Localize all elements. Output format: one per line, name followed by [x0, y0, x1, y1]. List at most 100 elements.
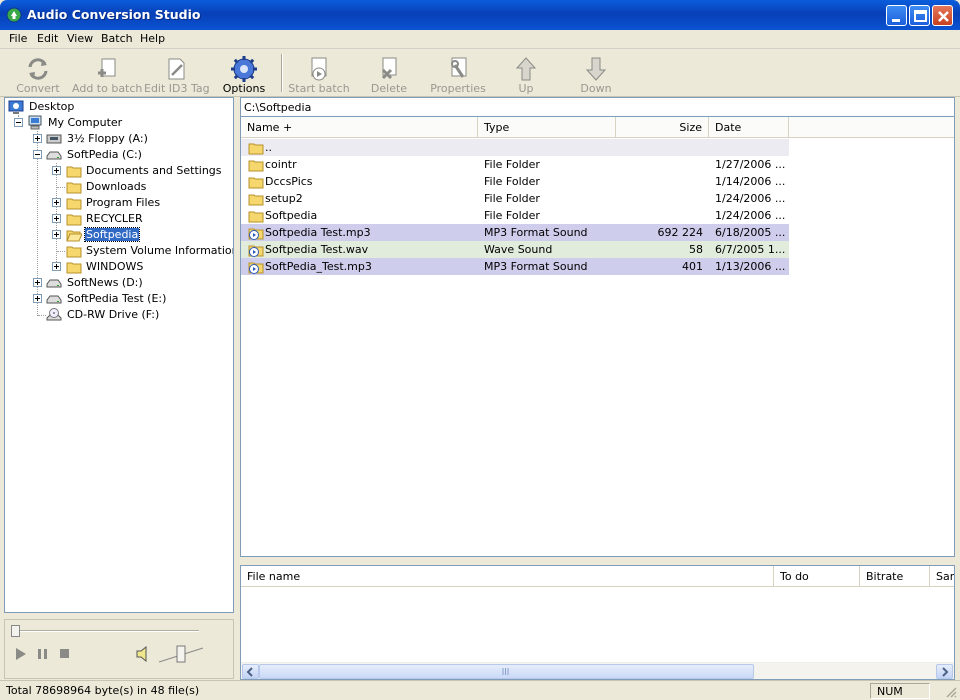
file-type: File Folder [484, 192, 540, 205]
file-list[interactable]: Name + Type Size Date .. cointr File Folde… [240, 117, 955, 557]
path-field[interactable]: C:\Softpedia [240, 97, 955, 117]
column-header-date[interactable]: Date [709, 117, 789, 138]
file-row[interactable]: Softpedia Test.wav Wave Sound 58 6/7/2005 1… [241, 241, 789, 258]
up-button[interactable]: Up [506, 52, 546, 96]
column-header-type[interactable]: Type [478, 117, 616, 138]
stop-icon[interactable] [59, 648, 71, 660]
volume-slider[interactable] [157, 642, 207, 666]
toolbar-separator [281, 54, 283, 92]
file-date: 6/18/2005 ... [715, 226, 786, 239]
chevron-left-icon [246, 667, 253, 677]
column-header-bitrate[interactable]: Bitrate [860, 566, 930, 587]
menu-help[interactable]: Help [140, 32, 165, 45]
tree-item-cd-rw-f[interactable]: CD-RW Drive (F:) [5, 307, 233, 323]
tree-item-windows[interactable]: WINDOWS [5, 259, 233, 275]
expand-icon[interactable] [52, 166, 61, 175]
file-row[interactable]: cointr File Folder 1/27/2006 ... [241, 156, 789, 173]
tree-item-my-computer[interactable]: My Computer [5, 115, 233, 131]
expand-icon[interactable] [33, 278, 42, 287]
collapse-icon[interactable] [14, 118, 23, 127]
seek-track[interactable] [13, 630, 199, 632]
desktop-icon [8, 100, 24, 114]
tree-label: Documents and Settings [86, 164, 222, 177]
start-batch-button[interactable]: Start batch [288, 52, 350, 96]
tree-item-softpedia-c[interactable]: SoftPedia (C:) [5, 147, 233, 163]
tree-item-desktop[interactable]: Desktop [5, 99, 233, 115]
file-type: File Folder [484, 175, 540, 188]
start-batch-label: Start batch [288, 82, 350, 95]
tree-line [38, 315, 46, 316]
menu-file[interactable]: File [9, 32, 27, 45]
file-name: Softpedia Test.wav [265, 243, 369, 256]
column-header-size[interactable]: Size [616, 117, 709, 138]
title-bar[interactable]: Audio Conversion Studio [0, 0, 960, 30]
options-button[interactable]: Options [218, 52, 270, 96]
menu-batch[interactable]: Batch [101, 32, 133, 45]
tree-item-recycler[interactable]: RECYCLER [5, 211, 233, 227]
file-type: Wave Sound [484, 243, 553, 256]
tree-label: 3½ Floppy (A:) [67, 132, 148, 145]
expand-icon[interactable] [52, 214, 61, 223]
seek-thumb[interactable] [11, 625, 20, 637]
volume-icon[interactable] [135, 646, 151, 662]
maximize-button[interactable] [909, 5, 930, 26]
column-header-name[interactable]: Name + [241, 117, 478, 138]
file-name: cointr [265, 158, 297, 171]
scroll-thumb[interactable] [259, 664, 754, 679]
minimize-button[interactable] [886, 5, 907, 26]
expand-icon[interactable] [52, 262, 61, 271]
tree-item-system-volume-information[interactable]: System Volume Information [5, 243, 233, 259]
expand-icon[interactable] [33, 294, 42, 303]
file-row[interactable]: Softpedia File Folder 1/24/2006 ... [241, 207, 789, 224]
menu-edit[interactable]: Edit [37, 32, 58, 45]
menu-bar: File Edit View Batch Help [0, 30, 960, 49]
folder-icon [66, 214, 82, 226]
folder-icon [66, 182, 82, 194]
audio-player [4, 619, 234, 679]
scroll-left-button[interactable] [242, 664, 259, 679]
add-to-batch-button[interactable]: Add to batch [72, 52, 142, 96]
properties-button[interactable]: Properties [428, 52, 488, 96]
folder-tree[interactable]: Desktop My Computer 3½ Floppy (A:) SoftP… [4, 97, 234, 613]
audio-file-icon [248, 245, 264, 257]
expand-icon[interactable] [52, 230, 61, 239]
horizontal-scrollbar[interactable] [241, 662, 954, 679]
tree-item-softnews-d[interactable]: SoftNews (D:) [5, 275, 233, 291]
tree-item-floppy-a[interactable]: 3½ Floppy (A:) [5, 131, 233, 147]
column-header-file-name[interactable]: File name [241, 566, 774, 587]
edit-id3-tag-button[interactable]: Edit ID3 Tag [144, 52, 210, 96]
close-button[interactable] [932, 5, 953, 26]
file-size: 58 [689, 243, 703, 256]
chevron-right-icon [942, 667, 949, 677]
delete-button[interactable]: Delete [362, 52, 416, 96]
resize-grip-icon[interactable] [944, 685, 957, 698]
expand-icon[interactable] [52, 198, 61, 207]
column-header-to-do[interactable]: To do [774, 566, 860, 587]
tree-item-softpedia[interactable]: Softpedia [5, 227, 233, 243]
pause-icon[interactable] [37, 648, 49, 660]
batch-list[interactable]: File name To do Bitrate Sam [240, 565, 955, 680]
convert-button[interactable]: Convert [8, 52, 68, 96]
file-date: 1/24/2006 ... [715, 209, 786, 222]
file-row[interactable]: SoftPedia_Test.mp3 MP3 Format Sound 401 1/1… [241, 258, 789, 275]
tree-item-softpedia-test-e[interactable]: SoftPedia Test (E:) [5, 291, 233, 307]
column-header-sample[interactable]: Sam [930, 566, 954, 587]
tree-item-downloads[interactable]: Downloads [5, 179, 233, 195]
expand-icon[interactable] [33, 134, 42, 143]
down-button[interactable]: Down [573, 52, 619, 96]
file-row[interactable]: .. [241, 139, 789, 156]
app-logo-icon [6, 7, 22, 23]
folder-icon [248, 194, 264, 206]
collapse-icon[interactable] [33, 150, 42, 159]
file-row[interactable]: Softpedia Test.mp3 MP3 Format Sound 692 22… [241, 224, 789, 241]
menu-view[interactable]: View [67, 32, 93, 45]
file-row[interactable]: DccsPics File Folder 1/14/2006 ... [241, 173, 789, 190]
file-row[interactable]: setup2 File Folder 1/24/2006 ... [241, 190, 789, 207]
file-name: .. [265, 141, 272, 154]
play-icon[interactable] [15, 648, 27, 660]
scroll-right-button[interactable] [936, 664, 953, 679]
tree-label: Desktop [29, 100, 75, 113]
tree-item-documents-and-settings[interactable]: Documents and Settings [5, 163, 233, 179]
close-icon [938, 11, 949, 22]
tree-item-program-files[interactable]: Program Files [5, 195, 233, 211]
